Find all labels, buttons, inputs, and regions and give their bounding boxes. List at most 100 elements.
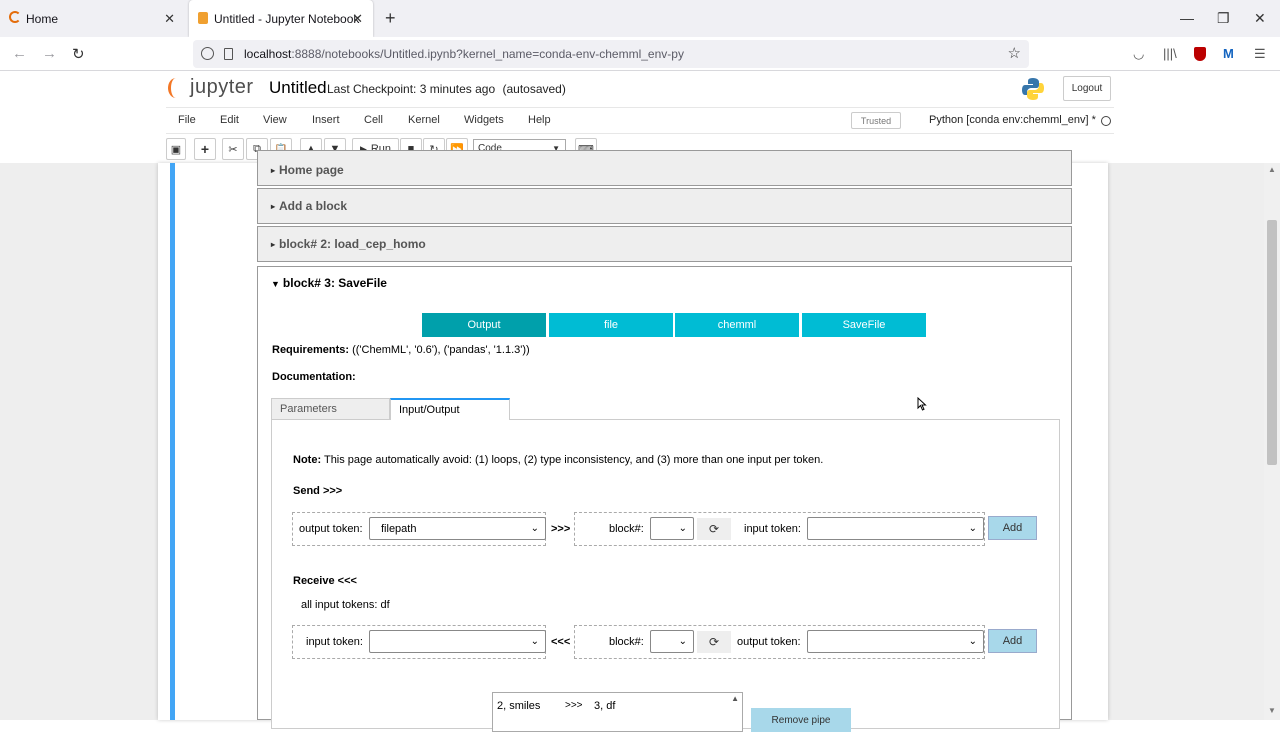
browser-tab-strip: Home ✕ Untitled - Jupyter Notebook ✕ + —… <box>0 0 1280 37</box>
url-bar[interactable]: localhost:8888/notebooks/Untitled.ipynb?… <box>193 40 1029 68</box>
close-icon[interactable]: ✕ <box>164 11 175 27</box>
minimize-icon[interactable]: — <box>1180 10 1194 26</box>
receive-input-token-select[interactable]: ⌄ <box>369 630 546 653</box>
pipe-from: 2, smiles <box>497 700 541 712</box>
logout-button[interactable]: Logout <box>1063 76 1111 101</box>
remove-pipe-label: Remove pipe <box>771 714 831 726</box>
bookmark-star-icon[interactable]: ☆ <box>1008 44 1021 62</box>
block-number-select[interactable]: ⌄ <box>650 517 694 540</box>
url-host: localhost <box>244 47 292 61</box>
scrollbar-thumb[interactable] <box>1267 220 1277 465</box>
pocket-icon[interactable]: ◡ <box>1133 46 1144 62</box>
tab-title: Home <box>26 11 59 26</box>
menu-view[interactable]: View <box>263 114 287 126</box>
output-token-label: output token: <box>299 523 363 535</box>
notebook-title[interactable]: Untitled <box>269 78 327 98</box>
jupyter-header: jupyter Untitled Last Checkpoint: 3 minu… <box>0 71 1280 107</box>
kernel-name[interactable]: Python [conda env:chemml_env] * <box>929 114 1096 126</box>
send-label: Send >>> <box>293 485 343 497</box>
accordion-add-block[interactable]: ▸ Add a block <box>257 188 1072 224</box>
window-close-icon[interactable]: ✕ <box>1254 10 1266 27</box>
restore-icon[interactable]: ❐ <box>1217 10 1230 27</box>
menu-edit[interactable]: Edit <box>220 114 239 126</box>
output-token-value: filepath <box>381 522 417 535</box>
jupyter-menu-bar: File Edit View Insert Cell Kernel Widget… <box>166 107 1114 134</box>
new-tab-plus-icon[interactable]: + <box>385 8 396 29</box>
forward-arrow-icon[interactable]: → <box>42 45 57 62</box>
receive-add-button[interactable]: Add <box>988 629 1037 653</box>
browser-nav-bar: ← → ↻ localhost:8888/notebooks/Untitled.… <box>0 37 1280 71</box>
library-icon[interactable]: |||\ <box>1163 46 1177 61</box>
cut-icon[interactable]: ✂ <box>222 138 244 160</box>
refresh-icon[interactable]: ⟳ <box>697 518 731 540</box>
remove-pipe-button[interactable]: Remove pipe <box>751 708 851 732</box>
pill-file: file <box>549 313 673 337</box>
scroll-down-icon[interactable]: ▼ <box>1268 706 1276 715</box>
menu-help[interactable]: Help <box>528 114 551 126</box>
selected-cell-indicator <box>170 163 175 720</box>
accordion-title: Add a block <box>279 199 348 213</box>
jupyter-logo[interactable]: jupyter <box>168 76 254 99</box>
menu-file[interactable]: File <box>178 114 196 126</box>
save-icon[interactable]: ▣ <box>166 138 186 160</box>
requirements: Requirements: (('ChemML', '0.6'), ('pand… <box>272 344 530 356</box>
scroll-up-icon[interactable]: ▲ <box>1268 165 1276 174</box>
jupyter-logo-icon <box>168 77 184 98</box>
scroll-up-icon[interactable]: ▲ <box>731 694 739 703</box>
accordion-block-3-header[interactable]: ▼ block# 3: SaveFile <box>271 276 387 290</box>
block-number-label: block#: <box>609 523 644 535</box>
caret-right-icon: ▸ <box>271 201 276 211</box>
input-output-panel: Note: This page automatically avoid: (1)… <box>271 419 1060 732</box>
mouse-pointer-icon <box>917 397 927 411</box>
extension-m-icon[interactable]: M <box>1223 46 1234 61</box>
pill-savefile: SaveFile <box>802 313 926 337</box>
accordion-home-page[interactable]: ▸ Home page <box>257 150 1072 186</box>
pill-output: Output <box>422 313 546 337</box>
output-token-select[interactable]: filepath ⌄ <box>369 517 546 540</box>
shield-icon[interactable] <box>201 47 214 60</box>
pipe-arrow: >>> <box>565 700 583 711</box>
refresh-icon[interactable]: ⟳ <box>697 631 731 653</box>
checkpoint-time: 3 minutes ago <box>419 82 496 96</box>
trusted-indicator[interactable]: Trusted <box>851 112 901 129</box>
close-icon[interactable]: ✕ <box>352 11 363 27</box>
receive-block-number-select[interactable]: ⌄ <box>650 630 694 653</box>
reload-icon[interactable]: ↻ <box>72 45 85 63</box>
hamburger-menu-icon[interactable]: ☰ <box>1254 46 1266 62</box>
note-text: This page automatically avoid: (1) loops… <box>323 454 824 466</box>
pipes-list[interactable]: 2, smiles >>> 3, df ▲ <box>492 692 743 732</box>
documentation-label: Documentation: <box>272 371 356 383</box>
requirements-value: (('ChemML', '0.6'), ('pandas', '1.1.3')) <box>352 344 530 356</box>
pipe-item[interactable]: 2, smiles >>> 3, df <box>497 700 615 712</box>
receive-output-token-select[interactable]: ⌄ <box>807 630 984 653</box>
menu-kernel[interactable]: Kernel <box>408 114 440 126</box>
url-path: :8888/notebooks/Untitled.ipynb?kernel_na… <box>291 47 684 61</box>
chevron-down-icon: ⌄ <box>530 523 539 534</box>
receive-input-token-group: input token: ⌄ <box>292 625 546 659</box>
input-token-select[interactable]: ⌄ <box>807 517 984 540</box>
receive-arrow: <<< <box>551 636 571 648</box>
insert-cell-plus-icon[interactable]: + <box>194 138 216 160</box>
browser-tab-home[interactable]: Home ✕ <box>0 0 185 37</box>
chevron-down-icon: ⌄ <box>530 636 539 647</box>
menu-insert[interactable]: Insert <box>312 114 340 126</box>
tab-input-output[interactable]: Input/Output <box>390 398 510 420</box>
accordion-block-2[interactable]: ▸ block# 2: load_cep_homo <box>257 226 1072 262</box>
all-input-tokens: all input tokens: df <box>301 599 390 611</box>
ublock-icon[interactable] <box>1194 47 1206 61</box>
receive-label: Receive <<< <box>293 575 357 587</box>
block-number-label: block#: <box>609 636 644 648</box>
accordion-block-3: ▼ block# 3: SaveFile Output file chemml S… <box>257 266 1072 732</box>
checkpoint-status: Last Checkpoint: 3 minutes ago (autosave… <box>327 82 566 96</box>
tab-title: Untitled - Jupyter Notebook <box>214 11 360 26</box>
menu-cell[interactable]: Cell <box>364 114 383 126</box>
tab-parameters[interactable]: Parameters <box>271 398 390 420</box>
autosave-status: (autosaved) <box>502 82 566 96</box>
input-token-label: input token: <box>306 636 363 648</box>
menu-widgets[interactable]: Widgets <box>464 114 504 126</box>
browser-tab-notebook[interactable]: Untitled - Jupyter Notebook ✕ <box>189 0 373 37</box>
back-arrow-icon[interactable]: ← <box>12 45 27 62</box>
send-add-button[interactable]: Add <box>988 516 1037 540</box>
accordion-title: block# 2: load_cep_homo <box>279 237 426 251</box>
chevron-down-icon: ⌄ <box>968 523 977 534</box>
